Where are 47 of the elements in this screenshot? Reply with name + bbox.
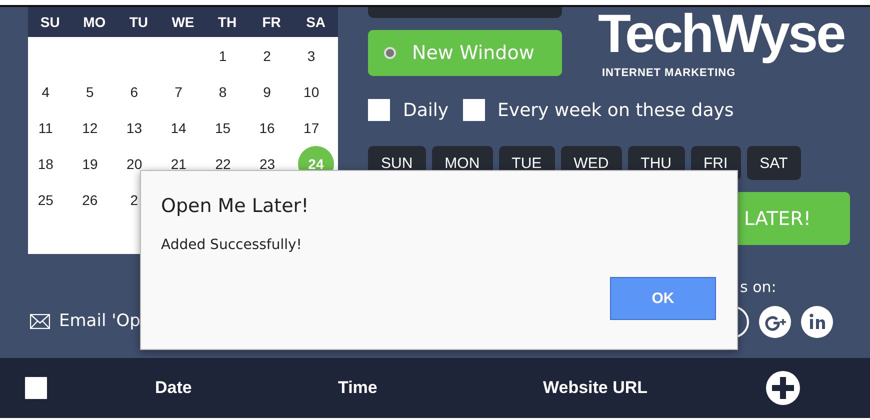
date-cell[interactable]: 4 xyxy=(28,75,72,109)
date-cell[interactable]: 7 xyxy=(160,75,206,109)
date-cell[interactable]: 3 xyxy=(294,39,338,73)
date-cell[interactable]: 9 xyxy=(249,75,294,109)
date-cell[interactable]: 25 xyxy=(28,183,72,217)
checkbox-label: Daily xyxy=(403,100,449,120)
weekday-label: SA xyxy=(305,14,327,30)
date-cell[interactable]: 11 xyxy=(28,111,72,145)
checkbox[interactable] xyxy=(462,99,485,121)
date-cell[interactable]: 15 xyxy=(205,111,250,145)
linkedin-icon[interactable] xyxy=(801,306,833,338)
weekday-label: MO xyxy=(82,14,107,30)
weekday-button[interactable]: SAT xyxy=(746,146,801,180)
checkbox-label: Every week on these days xyxy=(498,100,734,120)
logo-tagline: INTERNET MARKETING xyxy=(602,67,737,79)
column-header: Website URL xyxy=(543,378,648,398)
date-cell[interactable]: 16 xyxy=(249,111,294,145)
email-link[interactable]: Email 'Op xyxy=(59,311,140,331)
column-header: Date xyxy=(155,378,192,398)
date-cell[interactable]: 10 xyxy=(294,75,338,109)
date-cell[interactable]: 14 xyxy=(160,111,206,145)
date-cell[interactable]: 5 xyxy=(72,75,117,109)
weekday-label: TH xyxy=(216,14,238,30)
date-cell[interactable]: 26 xyxy=(72,183,117,217)
date-cell[interactable]: 12 xyxy=(72,111,117,145)
weekday-label: WE xyxy=(170,14,196,30)
date-cell[interactable]: 13 xyxy=(116,111,161,145)
weekday-label: TU xyxy=(128,14,150,30)
share-label: s on: xyxy=(740,278,778,296)
add-icon[interactable] xyxy=(766,371,800,405)
date-cell[interactable]: 19 xyxy=(72,147,117,181)
date-cell[interactable]: 1 xyxy=(205,39,250,73)
google-plus-icon[interactable] xyxy=(759,306,791,338)
date-cell[interactable]: 18 xyxy=(28,147,72,181)
date-cell[interactable]: 2 xyxy=(249,39,294,73)
date-cell[interactable]: 6 xyxy=(116,75,161,109)
checkbox[interactable] xyxy=(368,99,390,121)
dialog-title: Open Me Later! xyxy=(161,195,310,217)
date-cell[interactable]: 8 xyxy=(205,75,250,109)
envelope-icon[interactable] xyxy=(30,314,50,328)
weekday-label: SU xyxy=(39,14,61,30)
column-header: Time xyxy=(338,378,378,398)
date-cell[interactable]: 17 xyxy=(294,111,338,145)
weekday-label: FR xyxy=(261,14,282,30)
select-all-checkbox[interactable] xyxy=(25,377,47,399)
dialog-message: Added Successfully! xyxy=(161,237,303,253)
logo-text: TechWyse xyxy=(598,7,846,65)
